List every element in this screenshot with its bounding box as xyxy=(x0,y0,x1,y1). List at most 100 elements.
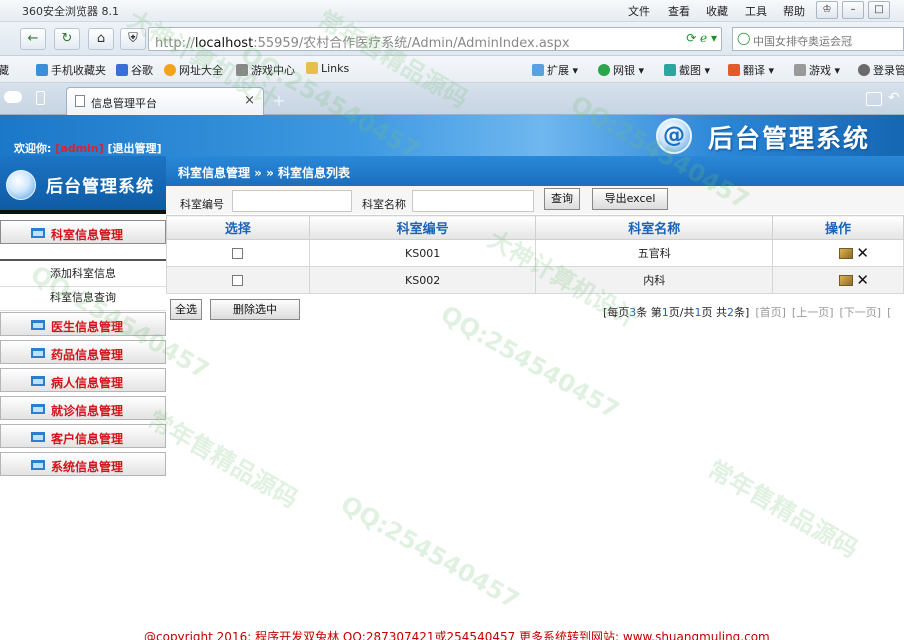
menu-view[interactable]: 查看 xyxy=(668,3,690,19)
undo-icon[interactable]: ↶ xyxy=(888,91,904,106)
next-page-link[interactable]: [下一页] xyxy=(840,306,882,319)
total-records: 2 xyxy=(727,306,735,319)
sidebar-item-system[interactable]: 系统信息管理 xyxy=(0,452,166,476)
refresh-icon[interactable]: ↻ xyxy=(54,28,80,50)
sidebar-item-label: 医生信息管理 xyxy=(51,320,124,334)
address-toolbar: ← ↻ ⌂ ⛨ http://localhost:55959/农村合作医疗系统/… xyxy=(0,22,904,56)
table-header-row: 选择 科室编号 科室名称 操作 xyxy=(166,215,904,240)
logout-link[interactable]: [退出管理] xyxy=(108,142,162,155)
url-input[interactable]: http://localhost:55959/农村合作医疗系统/Admin/Ad… xyxy=(148,27,722,51)
shield-icon[interactable]: ⛨ xyxy=(120,28,146,50)
menu-favorites[interactable]: 收藏 xyxy=(706,3,728,19)
fav-links[interactable]: Links xyxy=(306,62,349,75)
row-checkbox[interactable] xyxy=(232,275,244,286)
prev-page-link[interactable]: [上一页] xyxy=(792,306,834,319)
query-button[interactable]: 查询 xyxy=(544,188,580,210)
back-icon[interactable]: ← xyxy=(20,28,46,50)
search-input[interactable]: ◯ 中国女排夺奥运会冠 xyxy=(732,27,904,51)
monitor-icon xyxy=(31,228,45,238)
cell-department-name: 五官科 xyxy=(535,239,774,267)
sidebar-item-medicine[interactable]: 药品信息管理 xyxy=(0,340,166,364)
sites-icon xyxy=(164,64,176,76)
current-page: 1 xyxy=(661,306,669,319)
fav-sites[interactable]: 网址大全 xyxy=(164,62,223,78)
cloud-icon[interactable] xyxy=(4,91,22,103)
search-form: 科室编号 科室名称 查询 导出excel xyxy=(166,186,904,214)
monitor-icon xyxy=(31,348,45,358)
fav-screenshot[interactable]: 截图 ▾ xyxy=(664,62,710,78)
google-icon xyxy=(116,64,128,76)
row-select-cell xyxy=(166,239,310,267)
sidebar-item-label: 药品信息管理 xyxy=(51,348,124,362)
page-icon xyxy=(75,95,85,107)
url-action-icons[interactable]: ⟳ ℯ ▾ xyxy=(686,31,717,45)
new-tab-button[interactable]: + xyxy=(268,92,290,112)
menu-file[interactable]: 文件 xyxy=(628,3,650,19)
sidebar-item-label: 病人信息管理 xyxy=(51,376,124,390)
sidebar-item-label: 系统信息管理 xyxy=(51,460,124,474)
maximize-icon[interactable]: □ xyxy=(868,1,890,19)
minimize-icon[interactable]: – xyxy=(842,1,864,19)
sidebar-item-visit[interactable]: 就诊信息管理 xyxy=(0,396,166,420)
tab-info-platform[interactable]: 信息管理平台 × xyxy=(66,87,264,115)
favorites-bar: 藏 手机收藏夹 谷歌 网址大全 游戏中心 Links 扩展 ▾ 网银 ▾ 截图 … xyxy=(0,56,904,83)
edit-icon[interactable] xyxy=(839,274,854,286)
fav-extensions[interactable]: 扩展 ▾ xyxy=(532,62,578,78)
delete-icon[interactable]: ✕ xyxy=(856,244,869,262)
sidebar-item-department[interactable]: 科室信息管理 xyxy=(0,220,166,244)
url-text: http://localhost:55959/农村合作医疗系统/Admin/Ad… xyxy=(155,32,570,51)
copyright-text: @copyright 2016: 程序开发双兔林 QQ:287307421或25… xyxy=(144,630,770,640)
menu-help[interactable]: 帮助 xyxy=(783,3,805,19)
fav-translate[interactable]: 翻译 ▾ xyxy=(728,62,774,78)
page-header: 欢迎你: [admin] [退出管理] @ 后台管理系统 xyxy=(0,115,904,156)
search-engine-icon: ◯ xyxy=(737,31,751,45)
column-header-code: 科室编号 xyxy=(308,215,537,240)
breadcrumb: 科室信息管理 » » 科室信息列表 xyxy=(166,156,904,186)
row-checkbox[interactable] xyxy=(232,248,244,259)
window-list-icon[interactable] xyxy=(866,92,882,106)
bank-icon xyxy=(598,64,610,76)
fav-bank[interactable]: 网银 ▾ xyxy=(598,62,644,78)
sidebar-item-doctor[interactable]: 医生信息管理 xyxy=(0,312,166,336)
tab-bar: 信息管理平台 × + ↶ xyxy=(0,83,904,115)
sidebar-item-patient[interactable]: 病人信息管理 xyxy=(0,368,166,392)
department-code-label: 科室编号 xyxy=(180,198,224,211)
phone-icon[interactable] xyxy=(36,91,45,105)
department-name-input[interactable] xyxy=(412,190,534,212)
sidebar-item-label: 就诊信息管理 xyxy=(51,404,124,418)
watermark-text: QQ:254540457 xyxy=(336,490,524,615)
department-code-input[interactable] xyxy=(232,190,352,212)
row-actions-cell: ✕ xyxy=(772,239,904,267)
select-all-button[interactable]: 全选 xyxy=(170,299,202,320)
delete-icon[interactable]: ✕ xyxy=(856,271,869,289)
fav-google[interactable]: 谷歌 xyxy=(116,62,153,78)
sidebar-sub-add-department[interactable]: 添加科室信息 xyxy=(0,263,166,287)
fav-games[interactable]: 游戏中心 xyxy=(236,62,295,78)
department-name-label: 科室名称 xyxy=(362,198,406,211)
fav-login[interactable]: 登录管 xyxy=(858,62,904,78)
close-icon[interactable]: × xyxy=(244,93,255,108)
fav-mobile[interactable]: 手机收藏夹 xyxy=(36,62,106,78)
home-icon[interactable]: ⌂ xyxy=(88,28,114,50)
welcome-prefix: 欢迎你: xyxy=(14,142,52,155)
sidebar-item-customer[interactable]: 客户信息管理 xyxy=(0,424,166,448)
department-table: 选择 科室编号 科室名称 操作 KS001 五官科 ✕ KS002 内科 ✕ xyxy=(166,215,904,294)
sidebar-submenu: 添加科室信息 科室信息查询 xyxy=(0,259,166,311)
breadcrumb-text: 科室信息管理 » » 科室信息列表 xyxy=(178,166,351,180)
cell-department-code: KS001 xyxy=(308,239,537,267)
first-page-link[interactable]: [首页] xyxy=(755,306,786,319)
sidebar-logo-icon xyxy=(6,170,36,200)
fav-game[interactable]: 游戏 ▾ xyxy=(794,62,840,78)
delete-selected-button[interactable]: 删除选中 xyxy=(210,299,300,320)
login-icon xyxy=(858,64,870,76)
export-excel-button[interactable]: 导出excel xyxy=(592,188,668,210)
edit-icon[interactable] xyxy=(839,247,854,259)
last-page-link[interactable]: [ xyxy=(887,306,891,319)
gamepad-icon xyxy=(236,64,248,76)
menu-tools[interactable]: 工具 xyxy=(745,3,767,19)
table-row: KS001 五官科 ✕ xyxy=(166,239,904,267)
skin-icon[interactable]: ♔ xyxy=(816,1,838,19)
sidebar: 后台管理系统 科室信息管理 添加科室信息 科室信息查询 医生信息管理 药品信息管… xyxy=(0,156,166,480)
fav-item-0[interactable]: 藏 xyxy=(0,62,9,78)
sidebar-sub-query-department[interactable]: 科室信息查询 xyxy=(0,287,166,311)
